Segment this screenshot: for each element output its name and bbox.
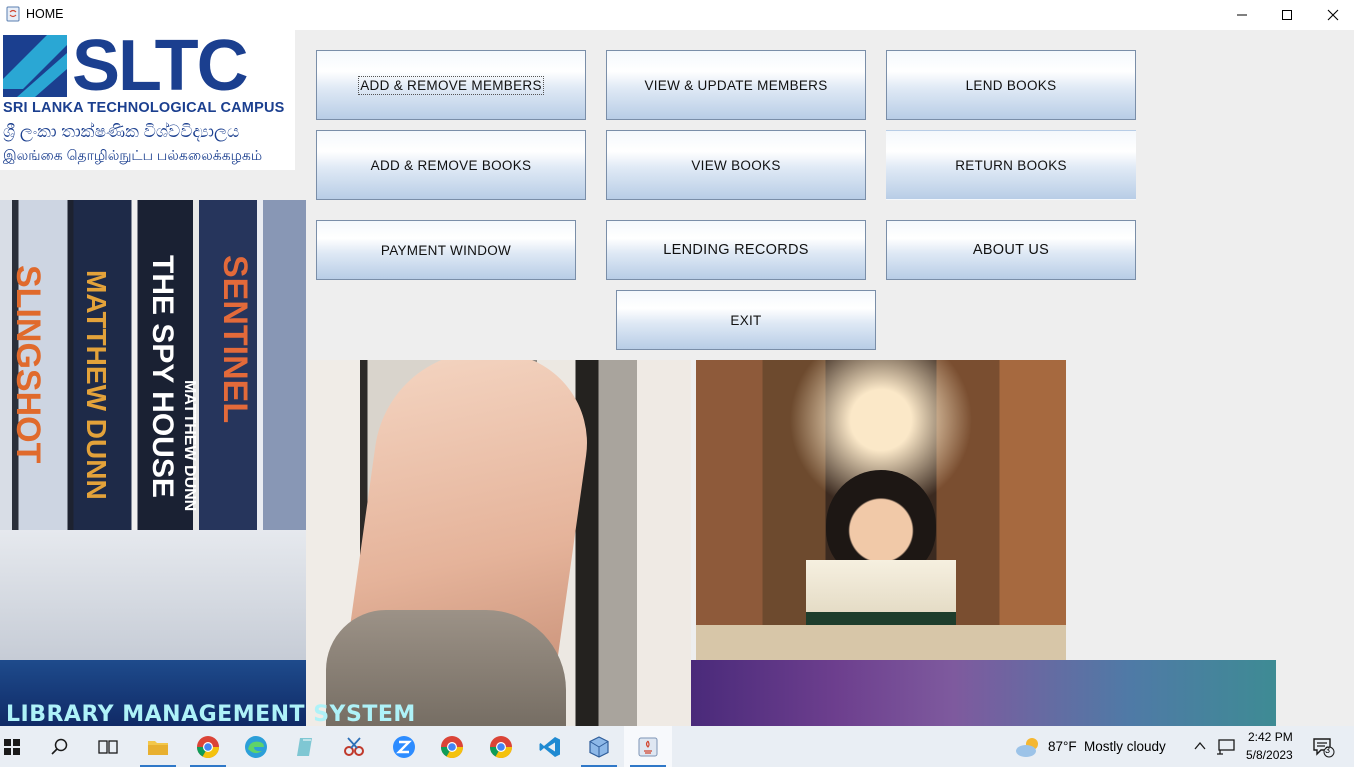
edge-icon (245, 735, 267, 758)
chrome-icon (441, 735, 463, 758)
start-button[interactable] (0, 726, 36, 767)
add-remove-books-label: ADD & REMOVE BOOKS (370, 157, 532, 173)
title-bar: HOME (0, 0, 1354, 30)
logo-tamil-text: இலங்கை தொழில்நுட்ப பல்கலைக்கழகம் (3, 147, 263, 163)
about-us-label: ABOUT US (972, 242, 1050, 258)
view-books-button[interactable]: VIEW BOOKS (606, 130, 866, 200)
file-explorer-button[interactable] (134, 726, 182, 767)
java-icon (638, 737, 658, 756)
notifications-icon[interactable] (1312, 736, 1336, 758)
close-button[interactable] (1310, 0, 1354, 30)
notes-app-button[interactable] (282, 726, 330, 767)
chevron-up-icon[interactable] (1194, 741, 1206, 751)
sltc-logo-mark (3, 35, 67, 97)
view-update-members-button[interactable]: VIEW & UPDATE MEMBERS (606, 50, 866, 120)
open-book-shape (806, 560, 956, 630)
window-title: HOME (26, 7, 64, 21)
minimize-icon (1237, 14, 1247, 16)
scissors-icon (344, 736, 364, 756)
logo-brand-text: SLTC (72, 30, 249, 106)
close-icon (1327, 9, 1339, 21)
desk-shape (696, 625, 1066, 660)
return-books-label: RETURN BOOKS (955, 157, 1067, 173)
add-remove-books-button[interactable]: ADD & REMOVE BOOKS (316, 130, 586, 200)
spine-author-3: MATTHEW DUNN (181, 380, 198, 512)
search-button[interactable] (36, 726, 84, 767)
exit-label: EXIT (730, 312, 762, 328)
return-books-button[interactable]: RETURN BOOKS (886, 130, 1136, 200)
gradient-panel (691, 660, 1276, 726)
spine-title-1: SLINGSHOT (9, 265, 47, 464)
taskbar: 87°F Mostly cloudy 2:42 PM 5/8/2023 3 (0, 726, 1354, 767)
snipping-tool-button[interactable] (330, 726, 378, 767)
network-icon[interactable] (1216, 738, 1236, 756)
view-books-label: VIEW BOOKS (691, 157, 781, 173)
book-spines-image: SLINGSHOT MATTHEW DUNN THE SPY HOUSE SEN… (0, 200, 306, 660)
search-icon (51, 738, 68, 755)
weather-temperature[interactable]: 87°F (1048, 739, 1077, 754)
payment-window-button[interactable]: PAYMENT WINDOW (316, 220, 576, 280)
task-view-icon (98, 739, 118, 754)
view-update-members-label: VIEW & UPDATE MEMBERS (644, 77, 828, 93)
vscode-icon (539, 736, 560, 757)
notebook-icon (297, 737, 312, 756)
maximize-icon (1282, 10, 1292, 20)
zoom-button[interactable] (380, 726, 428, 767)
library-management-title: LIBRARY MANAGEMENT SYSTEM (6, 702, 416, 726)
spine-title-3: THE SPY HOUSE (146, 255, 179, 498)
lend-books-button[interactable]: LEND BOOKS (886, 50, 1136, 120)
logo-campus-text: SRI LANKA TECHNOLOGICAL CAMPUS (3, 100, 285, 116)
spine-title-2: MATTHEW DUNN (81, 270, 112, 500)
chrome-profile-2-button[interactable] (428, 726, 476, 767)
vscode-button[interactable] (526, 726, 574, 767)
chrome-icon (197, 735, 219, 758)
folder-icon (148, 740, 168, 755)
java-app-icon (6, 6, 20, 22)
cube-icon (589, 735, 609, 758)
minimize-button[interactable] (1219, 0, 1265, 30)
lend-books-label: LEND BOOKS (965, 77, 1057, 93)
virtualbox-button[interactable] (575, 726, 623, 767)
hand-books-image (306, 360, 691, 726)
java-app-button[interactable] (624, 726, 672, 767)
weather-description[interactable]: Mostly cloudy (1084, 739, 1166, 754)
logo-sinhala-text: ශ්‍රී ලංකා තාක්ෂණික විශ්වවිද්‍යාලය (3, 122, 240, 141)
chrome-profile-button[interactable] (184, 726, 232, 767)
chrome-icon (490, 735, 512, 758)
edge-button[interactable] (232, 726, 280, 767)
about-us-button[interactable]: ABOUT US (886, 220, 1136, 280)
lending-records-label: LENDING RECORDS (663, 242, 809, 258)
notification-count: 3 (1325, 745, 1331, 755)
sltc-logo: SLTC SRI LANKA TECHNOLOGICAL CAMPUS ශ්‍ර… (0, 30, 295, 170)
add-remove-members-label: ADD & REMOVE MEMBERS (358, 75, 544, 95)
payment-window-label: PAYMENT WINDOW (380, 242, 512, 258)
chrome-button[interactable] (477, 726, 525, 767)
book-spines-band (0, 530, 306, 660)
spine-title-4: SENTINEL (216, 255, 254, 424)
sltc-emblem-icon (3, 35, 67, 97)
exit-button[interactable]: EXIT (616, 290, 876, 350)
clock-date[interactable]: 5/8/2023 (1246, 748, 1293, 762)
maximize-button[interactable] (1264, 0, 1310, 30)
weather-cloud-icon (1016, 738, 1038, 757)
zoom-icon (393, 735, 415, 758)
girl-reading-image (696, 360, 1066, 660)
home-content: SLTC SRI LANKA TECHNOLOGICAL CAMPUS ශ්‍ර… (0, 30, 1354, 726)
task-view-button[interactable] (84, 726, 132, 767)
clock-time[interactable]: 2:42 PM (1248, 730, 1293, 744)
lending-records-button[interactable]: LENDING RECORDS (606, 220, 866, 280)
add-remove-members-button[interactable]: ADD & REMOVE MEMBERS (316, 50, 586, 120)
windows-start-icon (4, 738, 20, 755)
